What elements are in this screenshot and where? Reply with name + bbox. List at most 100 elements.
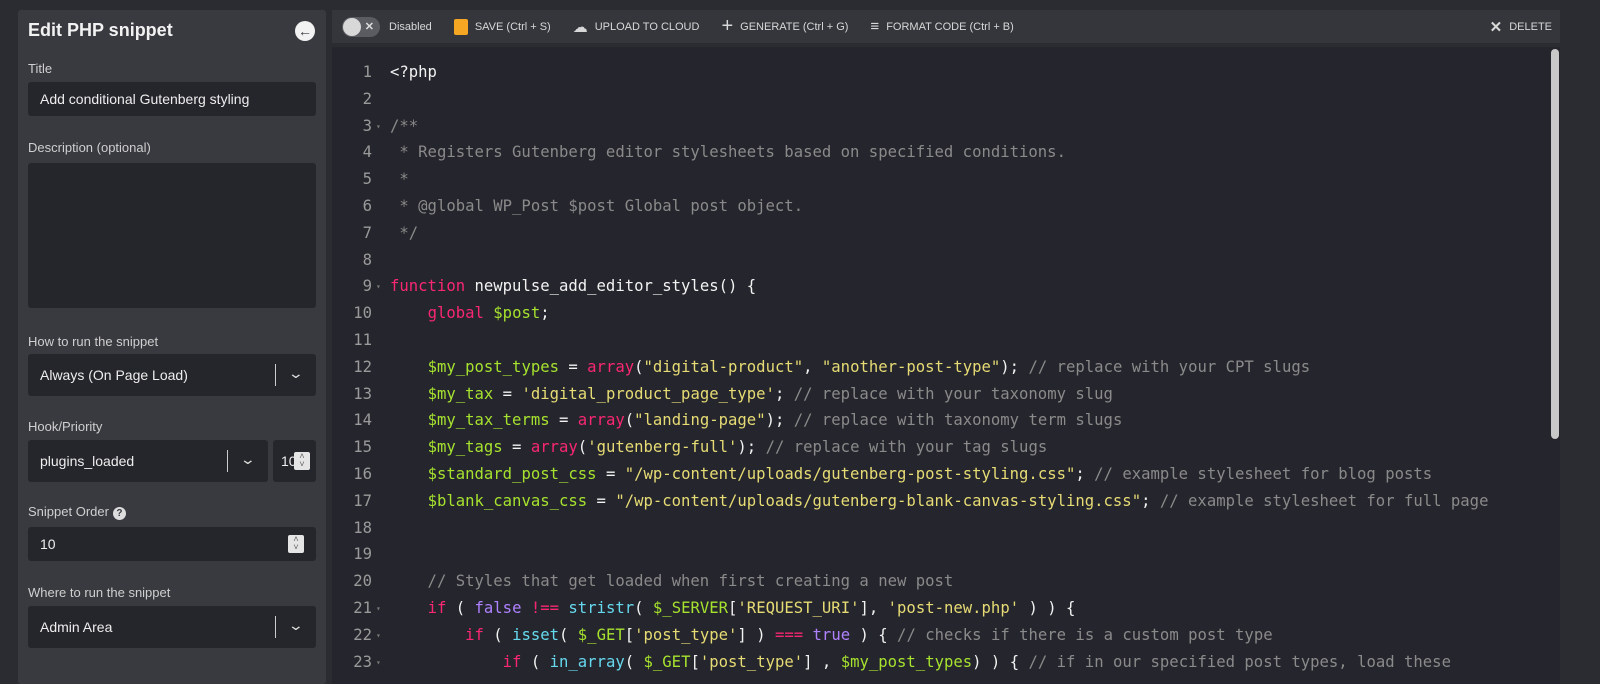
code-token: $my_tags: [427, 438, 503, 457]
code-token: ;: [1075, 465, 1085, 483]
code-token: $post: [493, 304, 541, 323]
status-toggle[interactable]: ✕ Disabled: [342, 16, 432, 37]
where-value: Admin Area: [40, 619, 113, 635]
scrollbar-thumb[interactable]: [1551, 49, 1559, 439]
upload-button[interactable]: ☁ UPLOAD TO CLOUD: [573, 18, 700, 36]
code-token: // example stylesheet for full page: [1150, 491, 1489, 510]
plus-icon: +: [721, 15, 734, 37]
code-token: "digital-product": [643, 357, 804, 376]
code-line: 21 ▾ if ( false !== stristr( $_SERVER['RE…: [332, 595, 1075, 622]
code-token: 'digital_product_page_type': [521, 384, 775, 403]
code-token: $my_tax: [427, 384, 494, 403]
line-number: 20: [353, 572, 372, 591]
code-line: 4 * Registers Gutenberg editor styleshee…: [332, 139, 1066, 166]
save-label: SAVE (Ctrl + S): [474, 20, 551, 33]
divider: [227, 450, 228, 472]
code-token: array: [530, 438, 578, 457]
back-arrow-icon[interactable]: ←: [295, 21, 315, 41]
help-icon[interactable]: ?: [112, 507, 126, 520]
priority-input[interactable]: 10 ˄ ˅: [273, 440, 316, 482]
chevron-down-icon: ⌄: [287, 617, 305, 633]
scrollbar[interactable]: [1550, 47, 1560, 684]
close-icon: ✕: [1489, 18, 1503, 36]
code-editor[interactable]: 1 <?php 2 3 ▾/** 4 * Registers Gutenberg edit…: [332, 47, 1560, 684]
code-line: 5 *: [332, 166, 409, 193]
code-token: // Styles that get loaded when first cre…: [390, 572, 954, 591]
code-token: global: [427, 304, 484, 323]
code-line: 10 global $post;: [332, 300, 549, 327]
stepper-icon[interactable]: ˄ ˅: [294, 452, 310, 470]
code-token: (: [634, 599, 653, 617]
description-label: Description (optional): [28, 140, 151, 155]
fold-arrow-icon[interactable]: ▾: [376, 273, 390, 300]
code-token: $my_tax_terms: [427, 411, 550, 430]
code-token: // if in our specified post types, load …: [1019, 652, 1451, 671]
toolbar: ✕ Disabled SAVE (Ctrl + S) ☁ UPLOAD TO CLO…: [332, 10, 1560, 43]
title-input[interactable]: Add conditional Gutenberg styling: [28, 82, 316, 116]
code-token: "/wp-content/uploads/gutenberg-blank-can…: [615, 491, 1142, 510]
code-token: (: [624, 411, 635, 430]
code-line: 3 ▾/**: [332, 113, 419, 140]
code-token: (: [483, 625, 513, 644]
code-token: $my_post_types: [427, 357, 559, 376]
line-number: 13: [353, 384, 372, 403]
code-line: 20 // Styles that get loaded when first …: [332, 568, 953, 595]
code-token: // example stylesheet for blog posts: [1084, 465, 1433, 483]
toggle-switch[interactable]: ✕: [342, 16, 380, 37]
upload-label: UPLOAD TO CLOUD: [594, 20, 700, 33]
code-token: // replace with your tag slugs: [756, 438, 1048, 457]
code-token: *: [390, 170, 409, 189]
description-textarea[interactable]: [28, 163, 316, 308]
fold-arrow-icon[interactable]: ▾: [376, 649, 390, 676]
line-number: 9: [362, 277, 372, 296]
order-label-text: Snippet Order: [28, 504, 109, 519]
code-token: ] ,: [803, 652, 841, 671]
code-token: ===: [774, 625, 804, 644]
run-select[interactable]: Always (On Page Load) ⌄: [28, 354, 316, 396]
code-line: 1 <?php: [332, 59, 437, 86]
line-number: 7: [362, 223, 372, 242]
hook-select[interactable]: plugins_loaded ⌄: [28, 440, 268, 482]
stepper-icon[interactable]: ˄ ˅: [288, 535, 304, 553]
generate-button[interactable]: + GENERATE (Ctrl + G): [721, 15, 848, 38]
save-icon: [453, 18, 468, 35]
code-token: "another-post-type": [821, 357, 1001, 376]
code-line: 6 * @global WP_Post $post Global post ob…: [332, 193, 803, 220]
format-button[interactable]: ≡ FORMAT CODE (Ctrl + B): [870, 18, 1013, 35]
fold-arrow-icon[interactable]: ▾: [376, 595, 390, 622]
line-number: 15: [353, 438, 372, 457]
code-token: $blank_canvas_css: [427, 491, 588, 510]
line-number: 2: [362, 89, 372, 108]
line-number: 1: [362, 63, 372, 81]
line-number: 14: [353, 411, 372, 430]
code-token: // checks if there is a custom post type: [887, 625, 1273, 644]
fold-arrow-icon[interactable]: ▾: [376, 113, 390, 140]
code-line: 12 $my_post_types = array("digital-produ…: [332, 354, 1310, 381]
code-token: true: [812, 625, 851, 644]
code-token: if: [427, 599, 447, 617]
code-token: ;: [774, 384, 785, 403]
where-select[interactable]: Admin Area ⌄: [28, 606, 316, 648]
code-token: (: [634, 357, 644, 376]
order-input[interactable]: 10 ˄ ˅: [28, 527, 316, 561]
code-token: );: [737, 438, 757, 457]
code-token: /**: [390, 116, 419, 135]
align-left-icon: ≡: [870, 18, 880, 35]
code-token: 'post_type': [699, 652, 804, 671]
code-token: ],: [859, 599, 888, 617]
run-label: How to run the snippet: [28, 334, 159, 349]
order-label: Snippet Order?: [28, 504, 126, 520]
fold-arrow-icon[interactable]: ▾: [376, 622, 390, 649]
toggle-knob: [343, 17, 361, 36]
code-token: (: [624, 652, 644, 671]
save-button[interactable]: SAVE (Ctrl + S): [453, 18, 551, 35]
delete-button[interactable]: ✕ DELETE: [1490, 18, 1552, 36]
code-token: [: [624, 625, 635, 644]
